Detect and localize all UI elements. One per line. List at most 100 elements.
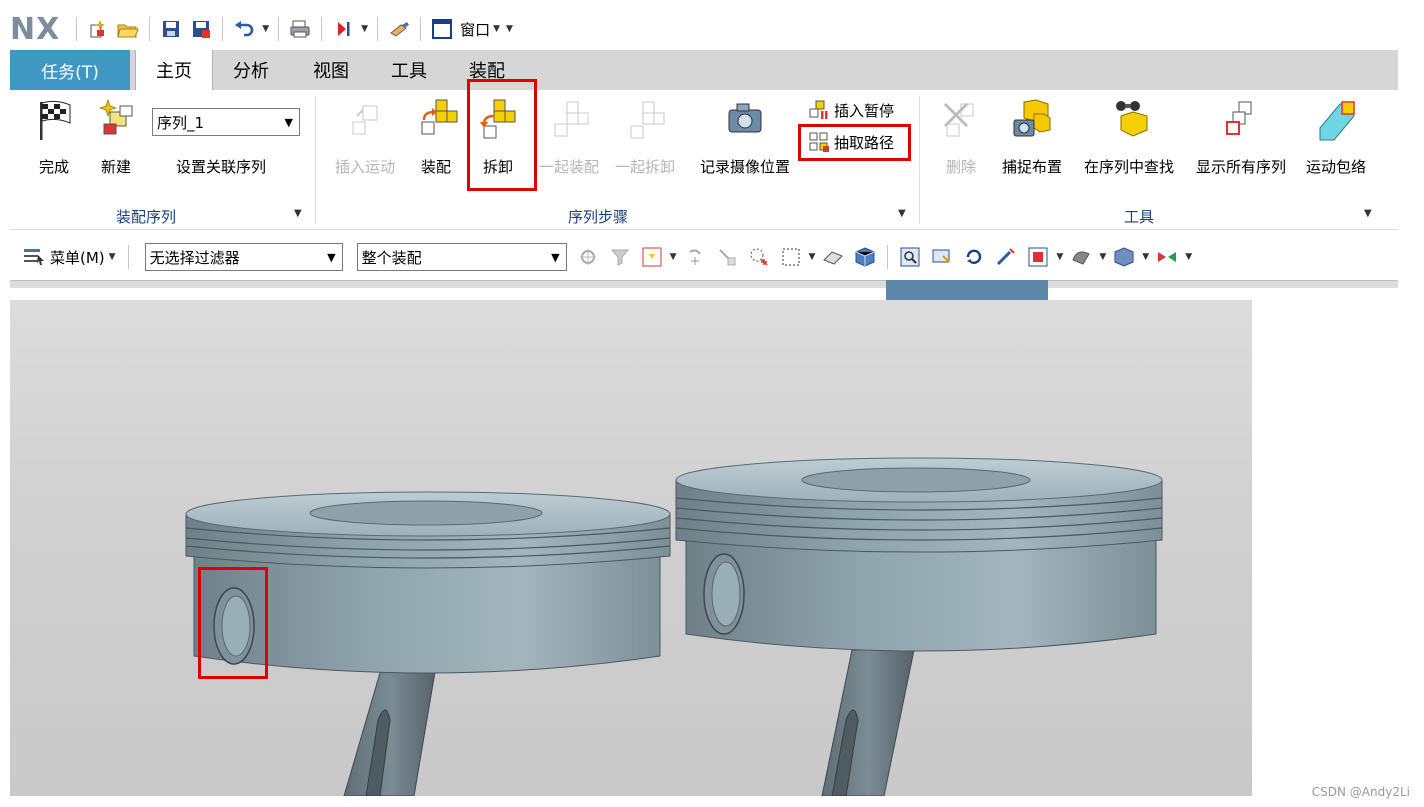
separator [377, 17, 379, 41]
capture-layout-icon [1013, 99, 1051, 137]
tab-analysis[interactable]: 分析 [220, 50, 282, 90]
transform-icon[interactable] [716, 246, 738, 268]
save-icon[interactable] [160, 18, 182, 40]
window-menu-label[interactable]: 窗口 [460, 19, 490, 40]
group-label-tools: 工具 [1124, 208, 1155, 226]
new-sequence-button[interactable]: 新建 [90, 90, 142, 180]
select-box-icon[interactable] [641, 246, 663, 268]
assemble-label: 装配 [420, 158, 451, 176]
piston-assembly-model [185, 457, 1163, 796]
selection-filter-value: 无选择过滤器 [149, 248, 240, 267]
insert-pause-label: 插入暂停 [834, 101, 895, 120]
zoom-fit-icon[interactable] [899, 246, 921, 268]
group-expand-arrow[interactable]: ▼ [294, 208, 302, 219]
customize-arrow[interactable]: ▼ [506, 24, 513, 34]
menu-icon [24, 249, 44, 265]
assemble-button[interactable]: 装配 [410, 90, 462, 180]
selection-toolbar: 菜单(M) ▼ 无选择过滤器 ▼ 整个装配 ▼ ▼ ▼ ▼ ▼ ▼ ▼ [10, 236, 1398, 278]
shaded-edges-icon[interactable] [1070, 246, 1092, 268]
insert-motion-icon [352, 105, 378, 135]
graphics-viewport[interactable] [10, 300, 1252, 796]
tab-view[interactable]: 视图 [300, 50, 362, 90]
insert-motion-button[interactable]: 插入运动 [330, 90, 400, 180]
insert-pause-icon [809, 100, 828, 119]
sequence-select-value: 序列_1 [157, 113, 205, 132]
tab-home[interactable]: 主页 [135, 50, 213, 90]
show-all-sequences-button[interactable]: 显示所有序列 [1190, 90, 1292, 180]
ribbon-panel: 完成 新建 序列_1 ▼ 设置关联序列 装配序列 ▼ 插入运动 装配 拆卸 一起… [10, 90, 1398, 230]
undo-dropdown-arrow[interactable]: ▼ [262, 24, 269, 34]
chevron-down-icon[interactable]: ▼ [1056, 252, 1063, 262]
selection-filter-select[interactable]: 无选择过滤器 ▼ [144, 243, 343, 271]
render-style-icon[interactable] [1027, 246, 1049, 268]
separator [149, 17, 151, 41]
done-button[interactable]: 完成 [28, 90, 80, 180]
find-in-sequence-label: 在序列中查找 [1083, 158, 1174, 176]
pan-view-icon[interactable] [995, 246, 1017, 268]
chevron-down-icon[interactable]: ▼ [1185, 252, 1192, 262]
save-all-icon[interactable] [190, 18, 212, 40]
selection-scope-select[interactable]: 整个装配 ▼ [356, 243, 567, 271]
chevron-down-icon: ▼ [551, 251, 560, 264]
group-expand-arrow[interactable]: ▼ [1364, 208, 1372, 219]
assemble-together-icon [554, 101, 589, 137]
disassemble-together-label: 一起拆卸 [614, 158, 675, 176]
lasso-select-icon[interactable] [748, 246, 770, 268]
menu-label: 菜单(M) [50, 248, 105, 267]
window-dropdown-arrow[interactable]: ▼ [493, 24, 500, 34]
rotate-snap-icon[interactable] [684, 246, 706, 268]
assemble-icon [421, 99, 458, 135]
separator [222, 17, 224, 41]
disassemble-together-button[interactable]: 一起拆卸 [612, 90, 678, 180]
highlight-disassemble [467, 79, 537, 191]
delete-button[interactable]: 删除 [936, 90, 986, 180]
set-associated-sequence-button[interactable]: 设置关联序列 [176, 154, 266, 178]
chevron-down-icon[interactable]: ▼ [1142, 252, 1149, 262]
highlight-extract-path [798, 124, 911, 161]
graphics-window-tab[interactable] [886, 280, 1048, 300]
chevron-down-icon[interactable]: ▼ [670, 252, 677, 262]
play-step-icon[interactable] [332, 18, 354, 40]
cube-view-icon[interactable] [854, 246, 876, 268]
capture-layout-button[interactable]: 捕捉布置 [996, 90, 1068, 180]
group-label-sequence-steps: 序列步骤 [568, 208, 629, 226]
tab-tools[interactable]: 工具 [378, 50, 440, 90]
chevron-down-icon[interactable]: ▼ [1099, 252, 1106, 262]
nx-logo: NX [10, 11, 61, 47]
zoom-region-icon[interactable] [931, 246, 953, 268]
orient-cube-icon[interactable] [1113, 246, 1135, 268]
delete-icon [943, 102, 974, 137]
group-separator [315, 96, 316, 224]
play-dropdown-arrow[interactable]: ▼ [361, 24, 368, 34]
chevron-down-icon: ▼ [284, 116, 293, 129]
snap-point-icon[interactable] [577, 246, 599, 268]
chevron-down-icon[interactable]: ▼ [809, 252, 816, 262]
chevron-down-icon: ▼ [108, 252, 116, 262]
group-separator [919, 96, 920, 224]
new-file-icon[interactable] [87, 18, 109, 40]
selection-scope-value: 整个装配 [361, 248, 422, 267]
undo-icon[interactable] [233, 18, 255, 40]
touch-mode-icon[interactable] [388, 18, 410, 40]
record-camera-position-button[interactable]: 记录摄像位置 [694, 90, 796, 180]
window-icon[interactable] [431, 18, 453, 40]
separator [887, 245, 889, 269]
find-in-sequence-button[interactable]: 在序列中查找 [1078, 90, 1180, 180]
rotate-view-icon[interactable] [963, 246, 985, 268]
section-view-icon[interactable] [1156, 246, 1178, 268]
open-folder-icon[interactable] [117, 18, 139, 40]
watermark: CSDN @Andy2Li [1311, 785, 1410, 799]
eraser-icon[interactable] [822, 246, 844, 268]
insert-pause-button[interactable]: 插入暂停 [808, 98, 894, 122]
tab-task[interactable]: 任务(T) [10, 50, 130, 90]
group-expand-arrow[interactable]: ▼ [898, 208, 906, 219]
assemble-together-button[interactable]: 一起装配 [536, 90, 602, 180]
motion-envelope-button[interactable]: 运动包络 [1300, 90, 1372, 180]
rectangle-select-icon[interactable] [780, 246, 802, 268]
sequence-select[interactable]: 序列_1 ▼ [152, 108, 300, 136]
new-label: 新建 [100, 158, 131, 176]
print-icon[interactable] [289, 18, 311, 40]
filter-icon[interactable] [609, 246, 631, 268]
menu-button[interactable]: 菜单(M) ▼ [22, 247, 118, 268]
separator [278, 17, 280, 41]
